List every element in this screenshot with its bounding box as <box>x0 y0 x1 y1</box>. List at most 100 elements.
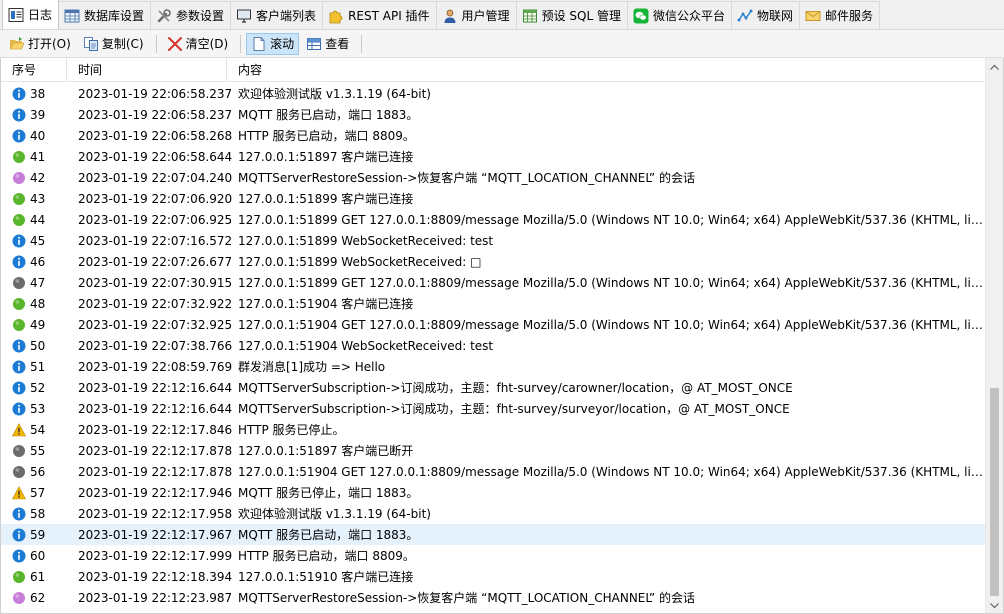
table-row[interactable]: 62 2023-01-19 22:12:23.987 MQTTServerResto… <box>1 587 985 608</box>
table-row[interactable]: 38 2023-01-19 22:06:58.237 欢迎体验测试版 v1.3.1.… <box>1 83 985 104</box>
cell-content: 127.0.0.1:51904 GET 127.0.0.1:8809/messa… <box>238 317 985 332</box>
tab-puzzle[interactable]: REST API 插件 <box>322 1 437 29</box>
tab-monitor[interactable]: 客户端列表 <box>230 1 324 29</box>
table-row[interactable]: 42 2023-01-19 22:07:04.240 MQTTServerResto… <box>1 167 985 188</box>
table-row[interactable]: 48 2023-01-19 22:07:32.922 127.0.0.1:51904… <box>1 293 985 314</box>
scroll-up-button[interactable] <box>986 58 1003 75</box>
table-row[interactable]: 40 2023-01-19 22:06:58.268 HTTP 服务已启动，端口 8… <box>1 125 985 146</box>
document-icon <box>251 36 267 52</box>
view-button[interactable]: 查看 <box>301 33 354 55</box>
copy-label: 复制(C) <box>101 37 144 51</box>
seq-text: 55 <box>30 443 46 458</box>
table-row[interactable]: 54 2023-01-19 22:12:17.846 HTTP 服务已停止。 <box>1 419 985 440</box>
cell-content: 127.0.0.1:51899 WebSocketReceived: test <box>238 233 494 248</box>
seq-text: 41 <box>30 149 46 164</box>
cell-content: 127.0.0.1:51899 GET 127.0.0.1:8809/messa… <box>238 212 985 227</box>
cell-time: 2023-01-19 22:07:26.677 <box>78 254 233 269</box>
cell-time: 2023-01-19 22:12:16.644 <box>78 401 233 416</box>
wechat-icon <box>633 8 649 24</box>
tab-label: 数据库设置 <box>84 9 145 23</box>
table-row[interactable]: 60 2023-01-19 22:12:17.999 HTTP 服务已启动，端口 8… <box>1 545 985 566</box>
cell-time: 2023-01-19 22:12:17.846 <box>78 422 233 437</box>
seq-text: 44 <box>30 212 46 227</box>
cell-content: MQTT 服务已停止，端口 1883。 <box>238 486 419 500</box>
tab-database[interactable]: 数据库设置 <box>58 1 152 29</box>
copy-button[interactable]: 复制(C) <box>78 33 149 55</box>
warning-icon <box>12 485 26 500</box>
clear-label: 清空(D) <box>185 37 229 51</box>
scroll-toggle-button[interactable]: 滚动 <box>246 32 300 55</box>
info-icon <box>12 549 26 563</box>
table-row[interactable]: 53 2023-01-19 22:12:16.644 MQTTServerSubsc… <box>1 398 985 419</box>
tab-mail[interactable]: 邮件服务 <box>798 1 880 29</box>
cell-seq: 50 <box>1 339 67 353</box>
table-row[interactable]: 59 2023-01-19 22:12:17.967 MQTT 服务已启动，端口 1… <box>1 524 985 545</box>
column-header-time[interactable]: 时间 <box>67 58 227 82</box>
cell-content: MQTTServerSubscription->订阅成功，主题：fht-surv… <box>238 402 790 416</box>
cell-content: 127.0.0.1:51899 客户端已连接 <box>238 192 414 206</box>
cell-seq: 49 <box>1 318 67 332</box>
open-button[interactable]: 打开(O) <box>4 33 76 55</box>
log-list[interactable]: 序号 时间 内容 38 2023-01-19 22:06:58.237 欢迎体验测试… <box>0 58 1004 614</box>
tab-iot[interactable]: 物联网 <box>730 1 800 29</box>
table-row[interactable]: 45 2023-01-19 22:07:16.572 127.0.0.1:51899… <box>1 230 985 251</box>
table-row[interactable]: 58 2023-01-19 22:12:17.958 欢迎体验测试版 v1.3.1.… <box>1 503 985 524</box>
tab-wechat[interactable]: 微信公众平台 <box>626 1 732 29</box>
table-row[interactable]: 43 2023-01-19 22:07:06.920 127.0.0.1:51899… <box>1 188 985 209</box>
cell-content: 127.0.0.1:51904 WebSocketReceived: test <box>238 338 494 353</box>
table-row[interactable]: 44 2023-01-19 22:07:06.925 127.0.0.1:51899… <box>1 209 985 230</box>
seq-text: 40 <box>30 128 46 143</box>
grid-view-icon <box>306 36 322 52</box>
cell-time: 2023-01-19 22:12:17.946 <box>78 485 233 500</box>
cell-seq: 62 <box>1 591 67 605</box>
cell-content: MQTTServerRestoreSession->恢复客户端 “MQTT_LO… <box>238 171 695 185</box>
status-dot-gray-icon <box>12 465 26 479</box>
cell-seq: 57 <box>1 486 67 500</box>
cell-time: 2023-01-19 22:07:32.925 <box>78 317 233 332</box>
vertical-scrollbar[interactable] <box>985 58 1003 613</box>
cell-seq: 48 <box>1 297 67 311</box>
cell-content: 127.0.0.1:51899 WebSocketReceived: □ <box>238 254 482 269</box>
tab-log[interactable]: 日志 <box>2 0 60 29</box>
table-row[interactable]: 49 2023-01-19 22:07:32.925 127.0.0.1:51904… <box>1 314 985 335</box>
cell-content: 欢迎体验测试版 v1.3.1.19 (64-bit) <box>238 507 431 521</box>
tab-tools[interactable]: 参数设置 <box>150 1 232 29</box>
status-dot-green-icon <box>12 213 26 227</box>
column-header-content[interactable]: 内容 <box>227 58 985 82</box>
table-row[interactable]: 46 2023-01-19 22:07:26.677 127.0.0.1:51899… <box>1 251 985 272</box>
user-icon <box>442 8 458 24</box>
scrollbar-thumb[interactable] <box>990 388 999 596</box>
table-row[interactable]: 61 2023-01-19 22:12:18.394 127.0.0.1:51910… <box>1 566 985 587</box>
seq-text: 38 <box>30 86 46 101</box>
table-row[interactable]: 47 2023-01-19 22:07:30.915 127.0.0.1:51899… <box>1 272 985 293</box>
clear-button[interactable]: 清空(D) <box>162 33 234 55</box>
scroll-down-button[interactable] <box>986 597 1003 613</box>
table-row[interactable]: 55 2023-01-19 22:12:17.878 127.0.0.1:51897… <box>1 440 985 461</box>
table-row[interactable]: 39 2023-01-19 22:06:58.237 MQTT 服务已启动，端口 1… <box>1 104 985 125</box>
table-row[interactable]: 41 2023-01-19 22:06:58.644 127.0.0.1:51897… <box>1 146 985 167</box>
tab-table[interactable]: 预设 SQL 管理 <box>515 1 628 29</box>
table-row[interactable]: 56 2023-01-19 22:12:17.878 127.0.0.1:51904… <box>1 461 985 482</box>
cell-content: 127.0.0.1:51899 GET 127.0.0.1:8809/messa… <box>238 275 985 290</box>
tab-label: 日志 <box>28 8 53 22</box>
cell-time: 2023-01-19 22:07:32.922 <box>78 296 233 311</box>
cell-content: 127.0.0.1:51910 客户端已连接 <box>238 570 414 584</box>
toolbar: 打开(O) 复制(C) 清空(D) 滚动 查看 <box>0 30 1004 58</box>
tab-user[interactable]: 用户管理 <box>435 1 517 29</box>
cell-time: 2023-01-19 22:12:16.644 <box>78 380 233 395</box>
info-icon <box>12 402 26 416</box>
table-row[interactable]: 50 2023-01-19 22:07:38.766 127.0.0.1:51904… <box>1 335 985 356</box>
table-row[interactable]: 51 2023-01-19 22:08:59.769 群发消息[1]成功 => He… <box>1 356 985 377</box>
table-row[interactable]: 52 2023-01-19 22:12:16.644 MQTTServerSubsc… <box>1 377 985 398</box>
cell-content: HTTP 服务已启动，端口 8809。 <box>238 549 415 563</box>
log-icon <box>8 7 24 23</box>
cell-content: 127.0.0.1:51897 客户端已连接 <box>238 150 414 164</box>
table-row[interactable]: 57 2023-01-19 22:12:17.946 MQTT 服务已停止，端口 1… <box>1 482 985 503</box>
status-dot-green-icon <box>12 297 26 311</box>
info-icon <box>12 507 26 521</box>
cell-time: 2023-01-19 22:06:58.644 <box>78 149 233 164</box>
column-header-seq[interactable]: 序号 <box>1 58 67 82</box>
seq-text: 46 <box>30 254 46 269</box>
info-icon <box>12 360 26 374</box>
cell-time: 2023-01-19 22:12:18.394 <box>78 569 233 584</box>
